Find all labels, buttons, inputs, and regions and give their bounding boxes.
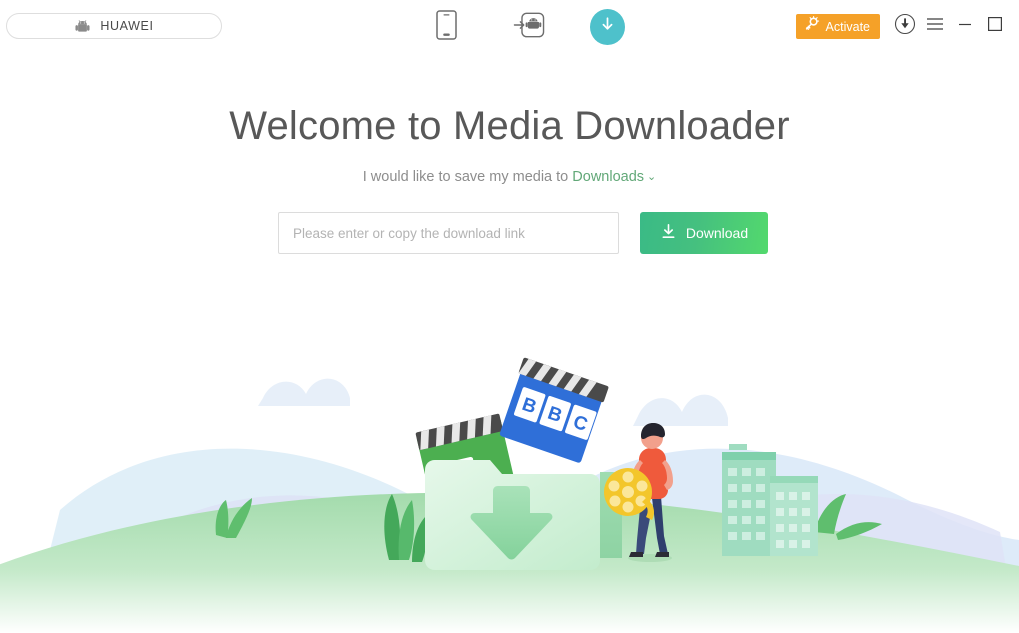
minimize-icon — [957, 17, 973, 36]
download-link-input[interactable] — [278, 212, 619, 254]
page-title: Welcome to Media Downloader — [229, 104, 790, 148]
activate-button[interactable]: Activate — [795, 14, 880, 39]
android-transfer-icon — [513, 10, 545, 45]
save-location-prefix: I would like to save my media to — [362, 169, 569, 185]
bbc-card: B B C — [499, 357, 609, 463]
download-button[interactable]: Download — [640, 212, 768, 254]
app-window: HUAWEI Activate Welcome to Media Downloa… — [0, 0, 1019, 633]
android-head-icon — [74, 19, 91, 33]
minimize-button[interactable] — [951, 13, 978, 40]
save-location-row: I would like to save my media to Downloa… — [0, 169, 1019, 185]
download-icon — [660, 223, 677, 243]
device-selector[interactable]: HUAWEI — [6, 13, 222, 39]
nav-tabs — [425, 4, 625, 50]
maximize-button[interactable] — [981, 13, 1008, 40]
download-form: Download — [278, 212, 768, 254]
maximize-icon — [987, 16, 1003, 37]
window-controls: Activate — [795, 0, 1019, 53]
key-sparkle-icon — [804, 16, 820, 37]
hamburger-menu-icon — [926, 17, 944, 36]
device-tab[interactable] — [425, 5, 468, 49]
save-folder-label: Downloads — [572, 169, 645, 185]
media-downloader-illustration: You Tube — [0, 300, 1019, 633]
downloader-tab[interactable] — [590, 9, 625, 45]
title-bar: HUAWEI Activate — [0, 0, 1019, 53]
download-folder — [425, 460, 622, 570]
transfer-tab[interactable] — [508, 5, 551, 49]
save-folder-dropdown[interactable]: Downloads ⌄ — [572, 169, 656, 185]
download-arrow-icon — [598, 15, 617, 39]
activate-label: Activate — [825, 19, 870, 34]
phone-outline-icon — [436, 9, 457, 45]
download-button-label: Download — [685, 225, 749, 241]
downloads-button[interactable] — [891, 13, 918, 40]
device-name-label: HUAWEI — [100, 19, 154, 33]
chevron-down-icon: ⌄ — [647, 171, 657, 183]
circle-download-icon — [894, 13, 916, 40]
menu-button[interactable] — [921, 13, 948, 40]
